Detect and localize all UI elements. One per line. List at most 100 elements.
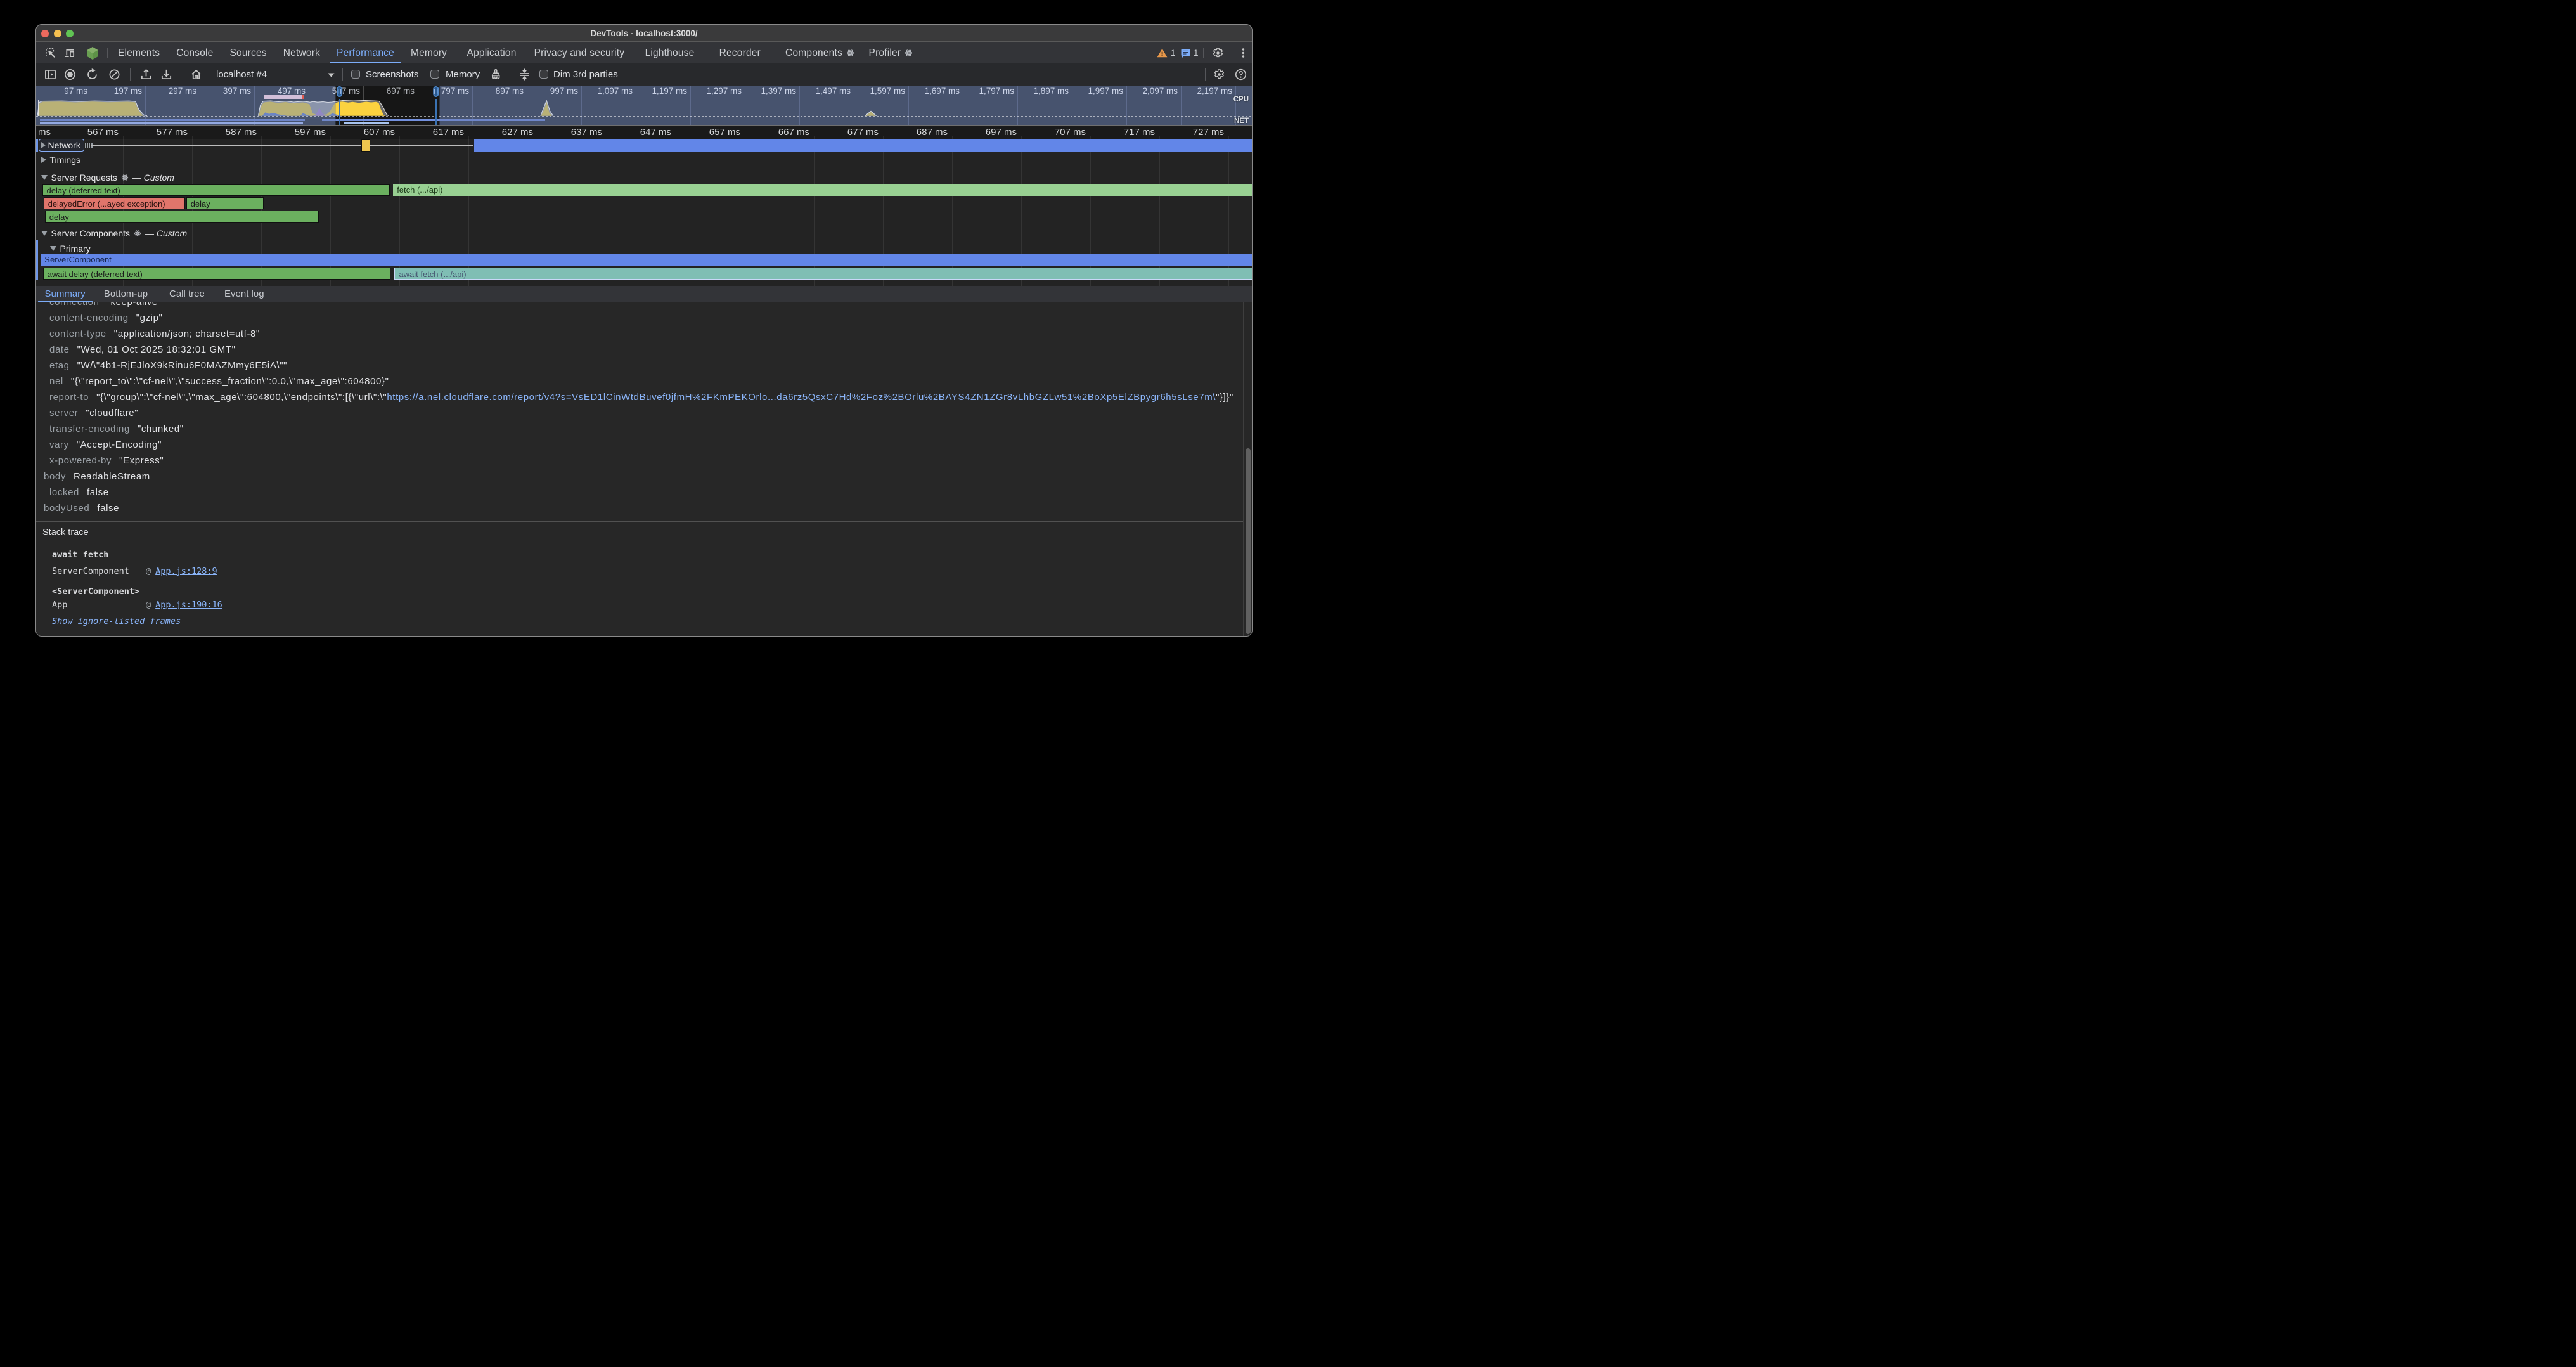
tab-components[interactable]: Components: [777, 42, 863, 63]
summary-row: vary"Accept-Encoding": [36, 437, 1252, 453]
node-icon[interactable]: [86, 46, 99, 60]
track-name: Network: [48, 140, 80, 150]
details-tab-bottom-up[interactable]: Bottom-up: [96, 286, 156, 302]
memory-label: Memory: [446, 63, 480, 86]
kebab-menu-icon[interactable]: [1238, 48, 1249, 58]
track-suffix: — Custom: [132, 172, 174, 183]
header-value: false: [87, 487, 109, 498]
flame-event[interactable]: delayedError (...ayed exception): [44, 197, 186, 209]
flame-event[interactable]: await delay (deferred text): [43, 268, 390, 280]
details-scrollbar[interactable]: [1246, 448, 1251, 634]
stack-frame-source-link[interactable]: App.js:190:16: [155, 599, 222, 611]
home-icon[interactable]: [190, 68, 202, 81]
devtools-tabbar: ElementsConsoleSourcesNetworkPerformance…: [36, 42, 1252, 63]
selection-right-handle[interactable]: [433, 86, 439, 98]
tab-elements[interactable]: Elements: [110, 42, 168, 63]
server-components-track-header[interactable]: Server Components — Custom: [41, 228, 188, 239]
tabbar-separator-right: [1203, 48, 1204, 58]
atom-icon: [846, 49, 854, 57]
tab-lighthouse[interactable]: Lighthouse: [637, 42, 703, 63]
tab-performance[interactable]: Performance: [328, 42, 402, 63]
device-toolbar-icon[interactable]: [64, 47, 76, 59]
details-tab-summary[interactable]: Summary: [37, 286, 94, 302]
collect-garbage-icon[interactable]: [490, 68, 502, 81]
screenshots-checkbox[interactable]: [351, 70, 360, 79]
network-response-bar[interactable]: [474, 139, 1252, 152]
cpu-activity-chart: [36, 100, 1252, 116]
timeline-overview[interactable]: 97 ms197 ms297 ms397 ms497 ms597 ms697 m…: [36, 86, 1252, 126]
issues-status[interactable]: 1: [1157, 42, 1176, 63]
summary-row: content-type"application/json; charset=u…: [36, 326, 1252, 342]
flame-event[interactable]: fetch (.../api): [393, 184, 1252, 196]
flame-event[interactable]: delay: [186, 197, 264, 209]
tab-recorder[interactable]: Recorder: [711, 42, 769, 63]
header-value: "cloudflare": [86, 408, 138, 418]
flame-event-label: delay: [191, 199, 210, 209]
flame-event[interactable]: delay: [45, 211, 319, 223]
stack-frame-source-link[interactable]: App.js:128:9: [155, 565, 217, 578]
overview-tick-label: 397 ms: [223, 86, 251, 96]
overview-tick-label: 497 ms: [278, 86, 306, 96]
selection-left-handle-line: [339, 99, 340, 125]
dim-3rd-parties-label: Dim 3rd parties: [553, 63, 618, 86]
history-dropdown-icon[interactable]: [328, 73, 335, 77]
details-tab-call-tree[interactable]: Call tree: [161, 286, 213, 302]
settings-gear-icon[interactable]: [1212, 47, 1224, 59]
summary-row-clipped: connection"keep-alive": [36, 302, 1252, 310]
network-track-header[interactable]: Network: [39, 139, 84, 152]
tab-memory[interactable]: Memory: [402, 42, 455, 63]
network-highlight-marker[interactable]: [361, 139, 370, 152]
overview-tick-label: 1,997 ms: [1088, 86, 1123, 96]
ruler-tick-label: 727 ms: [1193, 126, 1228, 139]
flame-ruler: ms567 ms577 ms587 ms597 ms607 ms617 ms62…: [36, 126, 1252, 139]
upload-icon[interactable]: [140, 68, 152, 81]
header-value: "gzip": [136, 313, 163, 323]
clear-icon[interactable]: [108, 68, 120, 81]
header-key: connection: [49, 302, 100, 308]
details-tab-event-log[interactable]: Event log: [216, 286, 273, 302]
flame-event[interactable]: await fetch (.../api): [394, 268, 1252, 280]
inspect-icon[interactable]: [44, 47, 56, 59]
help-icon[interactable]: [1235, 68, 1247, 81]
summary-row: lockedfalse: [36, 484, 1252, 500]
memory-checkbox[interactable]: [430, 70, 439, 79]
toolbar-separator: [130, 68, 131, 81]
report-to-link[interactable]: https://a.nel.cloudflare.com/report/v4?s…: [387, 392, 1216, 403]
overview-tick-label: 197 ms: [114, 86, 142, 96]
flame-event[interactable]: ServerComponent: [41, 254, 1252, 266]
stack-frame-row: ServerComponent @ App.js:128:9: [52, 565, 222, 578]
show-ignore-listed-frames-link[interactable]: Show ignore-listed frames: [52, 615, 222, 628]
messages-status[interactable]: 1: [1181, 42, 1199, 63]
tab-network[interactable]: Network: [275, 42, 328, 63]
server-requests-track-header[interactable]: Server Requests — Custom: [41, 172, 174, 183]
history-selector[interactable]: localhost #4: [216, 63, 267, 86]
tab-profiler[interactable]: Profiler: [861, 42, 922, 63]
tab-console[interactable]: Console: [168, 42, 221, 63]
header-value: "chunked": [138, 424, 184, 434]
details-tabbar: SummaryBottom-up Call treeEvent log: [36, 286, 1252, 302]
overview-tick-label: 997 ms: [550, 86, 578, 96]
capture-settings-gear-icon[interactable]: [1213, 68, 1225, 81]
overview-tick-label: 1,897 ms: [1033, 86, 1069, 96]
ruler-tick-label: 567 ms: [87, 126, 123, 139]
selection-left-handle[interactable]: [337, 86, 343, 98]
toggle-sidebar-icon[interactable]: [44, 68, 56, 81]
header-value: "W/\"4b1-RjEJloX9kRinu6F0MAZMmy6E5iA\"": [77, 360, 287, 371]
message-icon: [1181, 49, 1190, 58]
header-value: ReadableStream: [74, 471, 150, 482]
primary-subtrack-header[interactable]: Primary: [50, 243, 91, 254]
tab-sources[interactable]: Sources: [222, 42, 275, 63]
expand-triangle-icon: [41, 157, 46, 163]
timings-track-header[interactable]: Timings: [41, 154, 81, 165]
stack-trace-title: Stack trace: [42, 528, 89, 538]
tab-privacy-and-security[interactable]: Privacy and security: [526, 42, 633, 63]
reload-icon[interactable]: [86, 68, 98, 81]
download-icon[interactable]: [160, 68, 172, 81]
record-icon[interactable]: [64, 68, 76, 81]
compress-icon[interactable]: [518, 68, 531, 81]
dim-3rd-parties-checkbox[interactable]: [539, 70, 548, 79]
message-count: 1: [1194, 48, 1199, 58]
tab-application[interactable]: Application: [459, 42, 525, 63]
flame-event[interactable]: delay (deferred text): [42, 184, 390, 196]
tab-label: Profiler: [869, 42, 901, 63]
